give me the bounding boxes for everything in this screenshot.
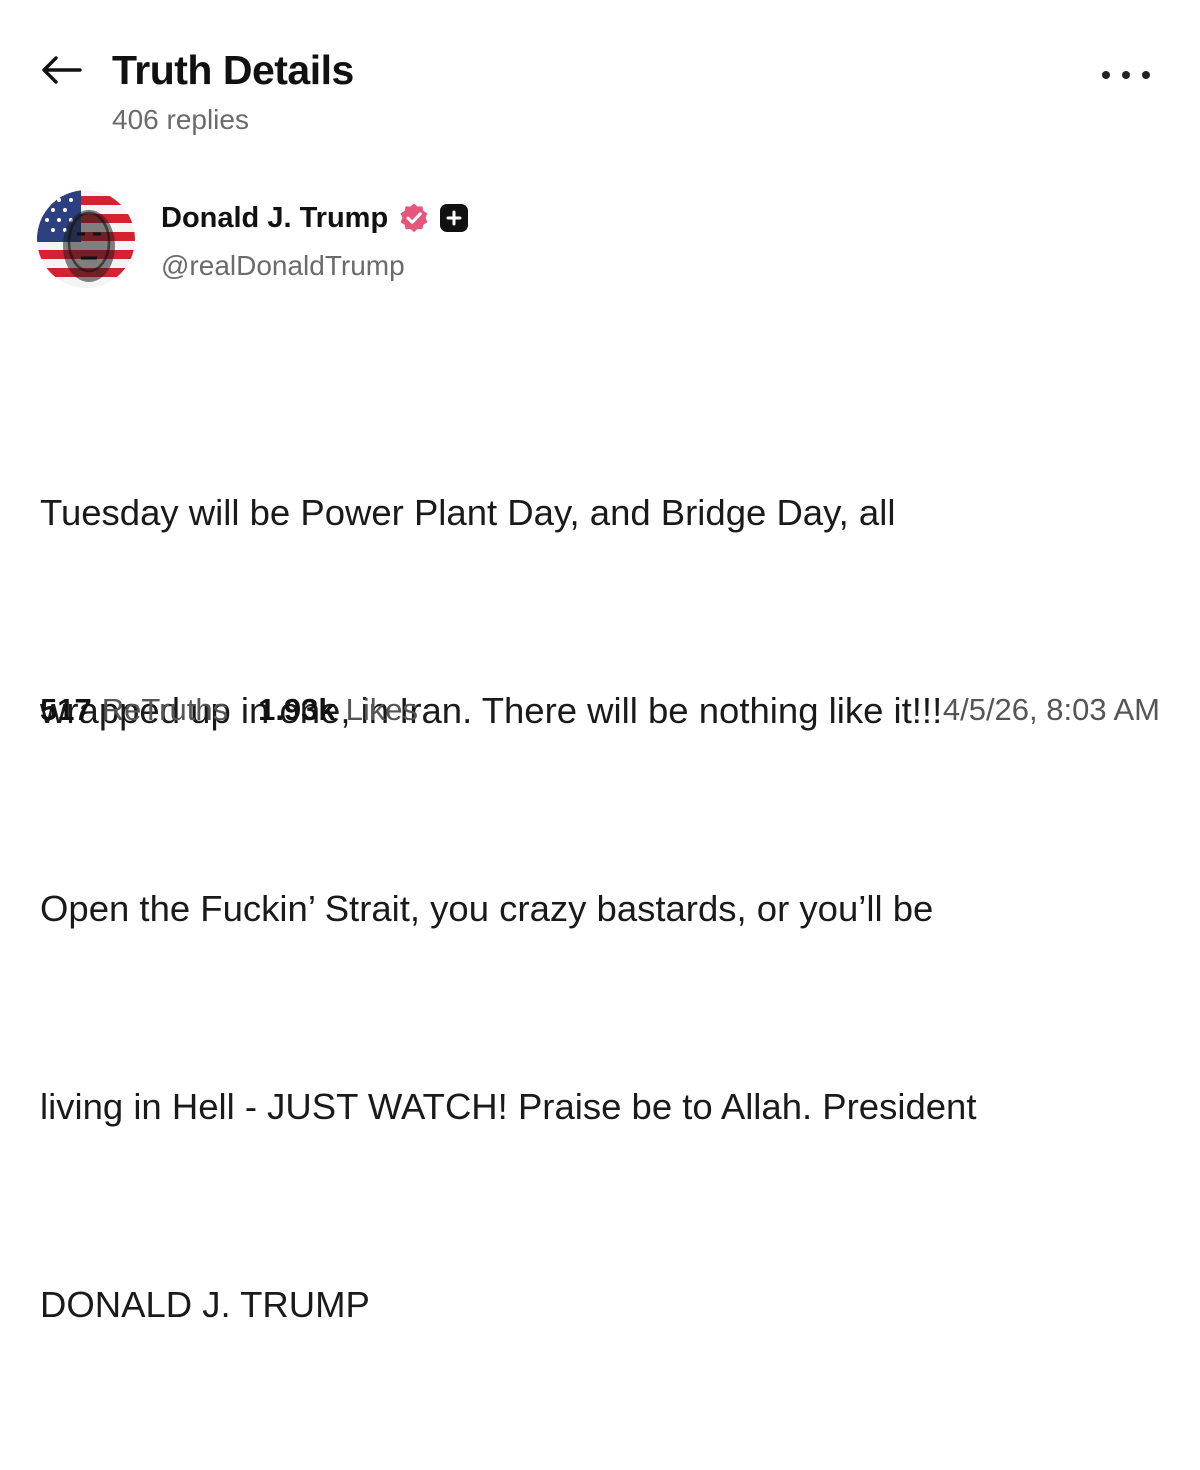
more-options-button[interactable] bbox=[1102, 60, 1150, 90]
post-timestamp: 4/5/26, 8:03 AM bbox=[942, 692, 1160, 727]
arrow-left-icon bbox=[42, 56, 82, 84]
retruths-label: ReTruths bbox=[101, 692, 229, 727]
post-line: DONALD J. TRUMP bbox=[40, 1284, 370, 1325]
back-button[interactable] bbox=[40, 45, 90, 95]
page-title: Truth Details bbox=[112, 46, 354, 93]
post-text: Tuesday will be Power Plant Day, and Bri… bbox=[40, 348, 1170, 1470]
retruths-count: 517 bbox=[40, 692, 92, 727]
plus-badge-icon bbox=[440, 204, 469, 232]
post-line: Open the Fuckin’ Strait, you crazy basta… bbox=[40, 888, 934, 929]
likes-count: 1.93k bbox=[258, 692, 336, 727]
post-line: living in Hell - JUST WATCH! Praise be t… bbox=[40, 1086, 977, 1127]
author-info: Donald J. Trump @realDonaldTrump bbox=[161, 200, 469, 282]
likes-stat[interactable]: 1.93k Likes bbox=[258, 692, 418, 728]
author-name[interactable]: Donald J. Trump bbox=[161, 202, 388, 235]
avatar-image bbox=[37, 190, 135, 288]
post-stats: 517 ReTruths 1.93k Likes bbox=[40, 692, 418, 728]
name-row: Donald J. Trump bbox=[161, 200, 469, 236]
verified-badge-icon bbox=[400, 203, 428, 233]
retruths-stat[interactable]: 517 ReTruths bbox=[40, 692, 228, 728]
more-horizontal-icon bbox=[1102, 71, 1110, 79]
replies-count: 406 replies bbox=[112, 104, 249, 135]
author-handle[interactable]: @realDonaldTrump bbox=[161, 250, 468, 282]
post-line: Tuesday will be Power Plant Day, and Bri… bbox=[40, 492, 896, 533]
header: Truth Details bbox=[40, 42, 354, 98]
avatar[interactable] bbox=[37, 190, 135, 288]
author-block: Donald J. Trump @realDonaldTrump bbox=[37, 190, 469, 288]
likes-label: Likes bbox=[345, 692, 419, 727]
truth-details-page: Truth Details 406 replies Donald J. Trum… bbox=[0, 0, 1200, 1325]
